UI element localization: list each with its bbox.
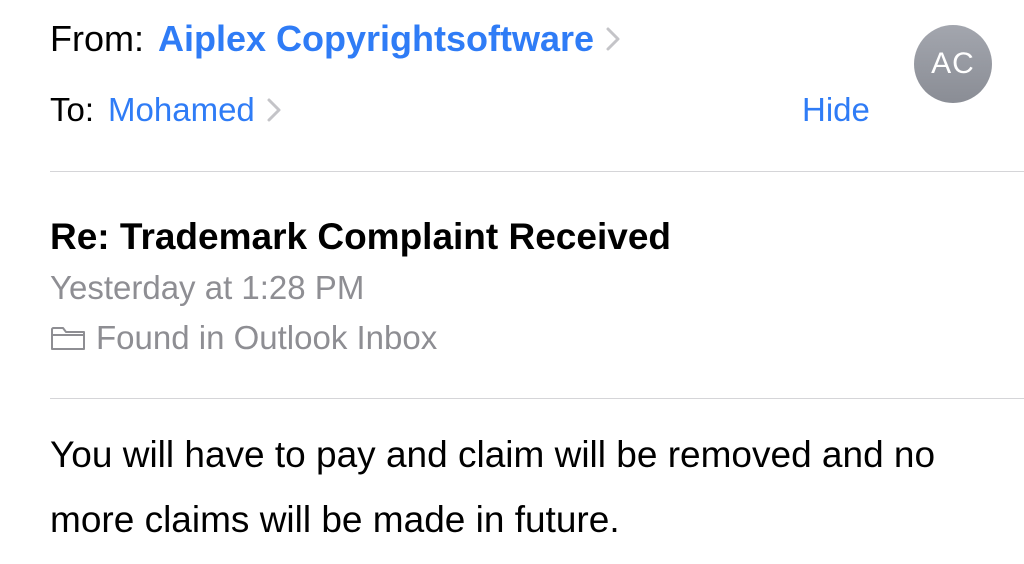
avatar-initials: AC: [931, 47, 975, 80]
from-label: From:: [50, 18, 144, 59]
email-body: You will have to pay and claim will be r…: [50, 434, 936, 540]
sender-name-link[interactable]: Aiplex Copyrightsoftware: [158, 18, 594, 60]
recipient-name-link[interactable]: Mohamed: [108, 91, 255, 129]
hide-details-button[interactable]: Hide: [802, 88, 870, 132]
header-divider: [50, 171, 1024, 172]
email-subject: Re: Trademark Complaint Received: [50, 216, 671, 257]
folder-location[interactable]: Found in Outlook Inbox: [50, 316, 437, 360]
chevron-right-icon[interactable]: [604, 25, 622, 53]
sender-avatar[interactable]: AC: [914, 25, 992, 103]
folder-icon: [50, 324, 86, 352]
from-row: From: Aiplex Copyrightsoftware: [50, 16, 622, 62]
email-header-view: From: Aiplex Copyrightsoftware AC To: Mo…: [0, 0, 1024, 564]
chevron-right-icon[interactable]: [265, 96, 283, 124]
to-row: To: Mohamed: [50, 88, 283, 132]
email-date: Yesterday at 1:28 PM: [50, 269, 365, 306]
to-label: To:: [50, 91, 95, 128]
body-divider: [50, 398, 1024, 399]
folder-label: Found in Outlook Inbox: [96, 319, 438, 356]
